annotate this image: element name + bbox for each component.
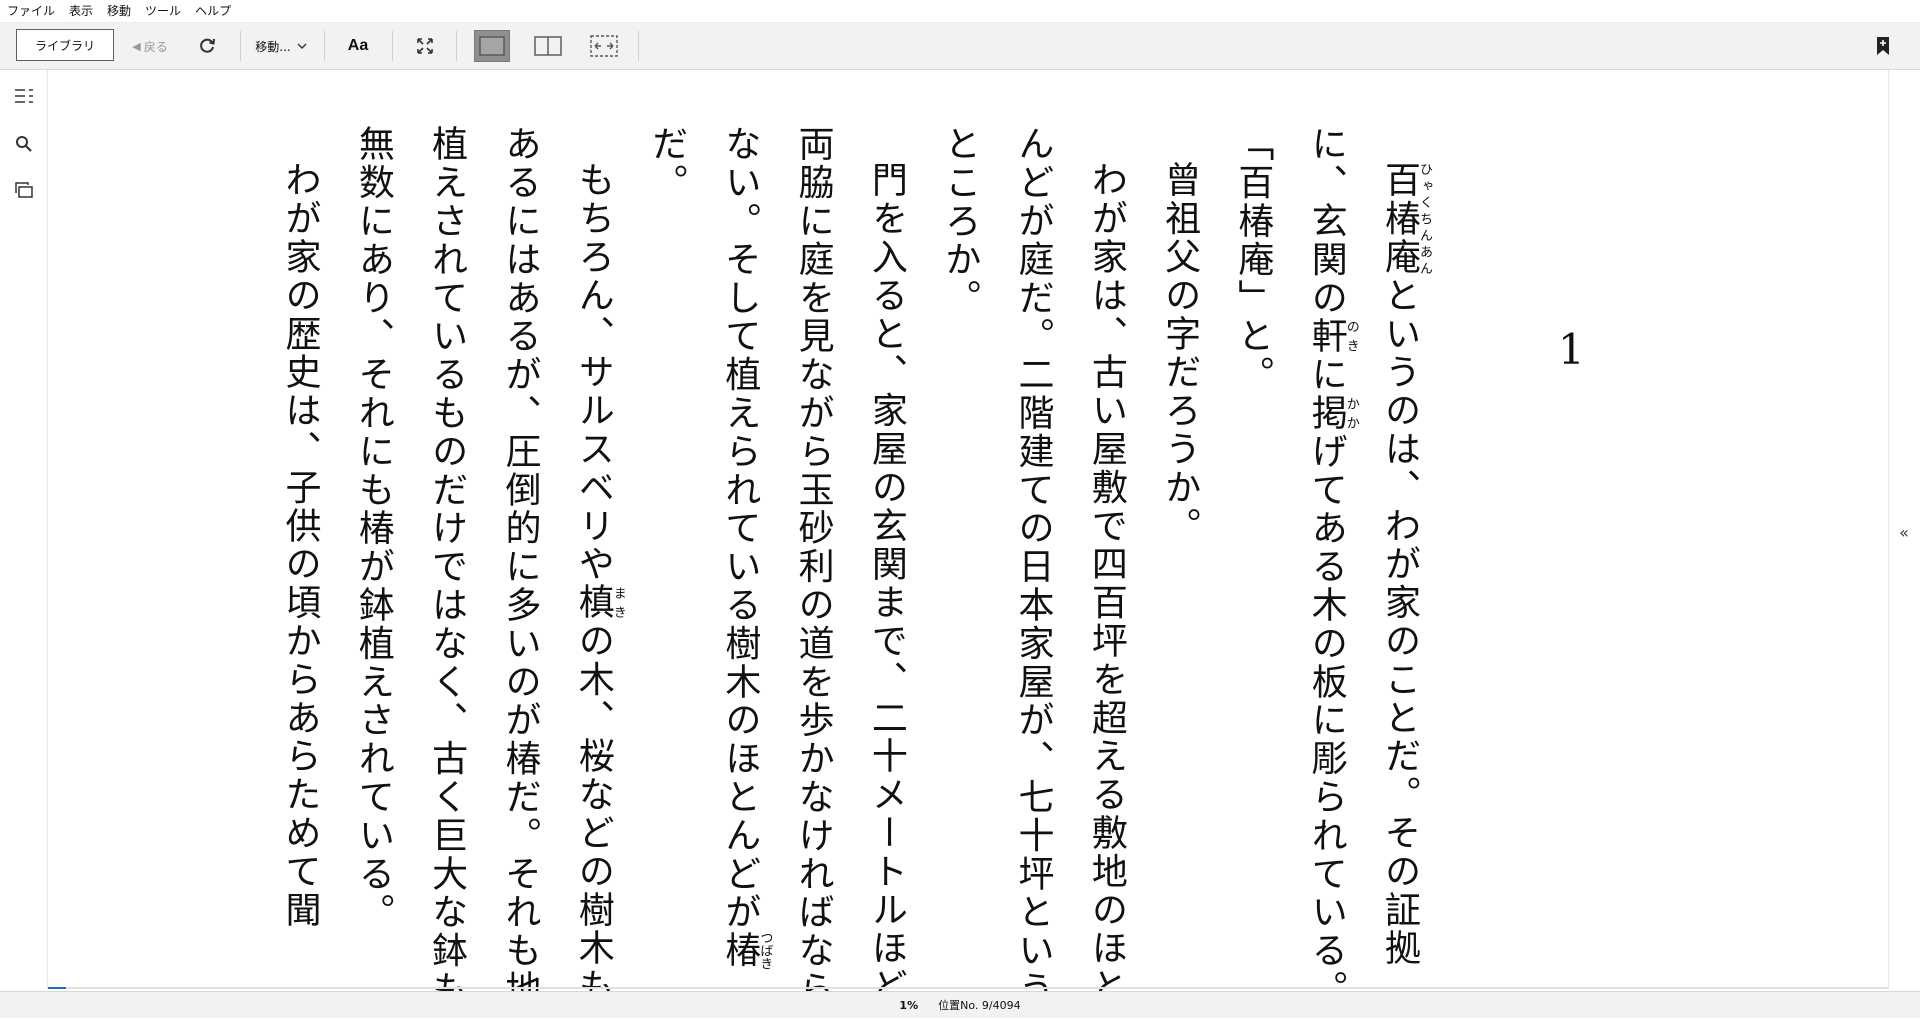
book-paragraph: 曾祖父の字だろうか。 xyxy=(1143,125,1216,1025)
text-run: もちろん、サルスベリや xyxy=(572,161,614,584)
ruby-reading: のき xyxy=(1343,317,1359,356)
ruby-word: 百椿庵ひゃくちんあん xyxy=(1379,161,1432,277)
toolbar-divider xyxy=(638,31,639,61)
sync-button[interactable] xyxy=(192,23,222,69)
toolbar-divider xyxy=(392,31,393,61)
two-page-view-icon xyxy=(534,36,562,56)
book-paragraph: わが家は、古い屋敷で四百坪を超える敷地のほとんどが庭だ。二階建ての日本家屋が、七… xyxy=(923,125,1143,1025)
book-paragraph: もちろん、サルスベリや槙まきの木、桜などの樹木もあるにはあるが、圧倒的に多いのが… xyxy=(337,125,630,1025)
double-chevron-left-icon: « xyxy=(1899,522,1909,542)
location-indicator: 位置No. 9/4094 xyxy=(938,999,1021,1012)
ruby-word: 掲かか xyxy=(1305,393,1359,433)
toolbar-divider xyxy=(456,31,457,61)
toolbar-divider xyxy=(324,31,325,61)
reading-percent: 1% xyxy=(899,998,919,1012)
ruby-base: 椿 xyxy=(719,931,761,971)
ruby-word: 槙まき xyxy=(572,583,626,622)
ruby-word: 軒のき xyxy=(1305,317,1359,356)
toolbar: ライブラリ ◀ 戻る 移動... Aa xyxy=(0,23,1920,70)
back-arrow-icon: ◀ xyxy=(132,39,141,53)
single-page-view-icon xyxy=(479,36,505,56)
left-sidebar xyxy=(0,70,48,990)
expand-panel-button[interactable]: « xyxy=(1894,522,1914,542)
two-page-view-button[interactable] xyxy=(530,30,566,62)
font-settings-button[interactable]: Aa xyxy=(340,23,376,69)
status-bar: 1% 位置No. 9/4094 xyxy=(0,991,1920,1018)
fullscreen-button[interactable] xyxy=(410,23,440,69)
book-paragraph: 百椿庵ひゃくちんあんというのは、わが家のことだ。その証拠に、玄関の軒のきに掲かか… xyxy=(1289,125,1436,1025)
table-of-contents-icon xyxy=(15,89,33,103)
ruby-reading: つばき xyxy=(757,931,773,971)
book-paragraph: 門を入ると、家屋の玄関まで、二十メートルほど両脇に庭を見ながら玉砂利の道を歩かな… xyxy=(630,125,923,1025)
menu-tools[interactable]: ツール xyxy=(138,0,188,22)
ruby-base: 槙 xyxy=(572,583,614,622)
reading-progress-fill xyxy=(48,987,67,989)
text-run: だ。 xyxy=(646,125,688,202)
single-page-view-button[interactable] xyxy=(474,30,510,62)
reading-pane[interactable]: 1 百椿庵ひゃくちんあんというのは、わが家のことだ。その証拠に、玄関の軒のきに掲… xyxy=(48,70,1888,1008)
menu-help[interactable]: ヘルプ xyxy=(188,0,238,22)
text-run: わが家の歴史は、子供の頃からあらためて聞 xyxy=(279,161,321,929)
library-button[interactable]: ライブラリ xyxy=(16,29,114,61)
text-run: げてある木の板に彫られている。 xyxy=(1305,432,1347,1009)
book-paragraph: 「百椿庵」と。 xyxy=(1216,125,1289,1025)
page-edge xyxy=(1888,70,1889,990)
text-run: わが家は、古い屋敷で四百坪を超える敷地のほとんどが庭だ。二階建ての日本家屋が、七… xyxy=(939,125,1127,1009)
menu-file[interactable]: ファイル xyxy=(0,0,62,22)
sync-icon xyxy=(200,38,215,53)
text-run: 門を入ると、家屋の玄関まで、二十メートルほど両脇に庭を見ながら玉砂利の道を歩かな… xyxy=(719,125,907,1009)
book-paragraph: わが家の歴史は、子供の頃からあらためて聞 xyxy=(263,125,336,1025)
text-run: に xyxy=(1305,355,1347,394)
toc-button[interactable] xyxy=(12,84,36,108)
chevron-down-icon xyxy=(297,43,307,49)
goto-label: 移動... xyxy=(255,39,291,54)
reading-progress-bar xyxy=(48,987,1888,989)
back-button[interactable]: ◀ 戻る xyxy=(126,23,174,69)
back-label: 戻る xyxy=(143,39,168,54)
bookmark-add-icon xyxy=(1877,37,1889,55)
flashcards-icon xyxy=(15,182,33,198)
add-bookmark-button[interactable] xyxy=(1868,23,1898,69)
fullscreen-icon xyxy=(417,38,433,54)
fit-width-view-icon xyxy=(590,35,618,57)
text-run: 曾祖父の字だろうか。 xyxy=(1159,161,1201,545)
ruby-base: 百椿庵 xyxy=(1379,161,1420,277)
book-text: 百椿庵ひゃくちんあんというのは、わが家のことだ。その証拠に、玄関の軒のきに掲かか… xyxy=(263,125,1436,1025)
ruby-reading: まき xyxy=(610,583,626,622)
ruby-word: 椿つばき xyxy=(719,931,772,971)
ruby-base: 軒 xyxy=(1305,317,1347,356)
chapter-number: 1 xyxy=(1558,325,1585,374)
ruby-reading: ひゃくちんあん xyxy=(1417,161,1432,277)
toolbar-divider xyxy=(240,31,241,61)
flashcards-button[interactable] xyxy=(12,178,36,202)
menu-bar: ファイル 表示 移動 ツール ヘルプ xyxy=(0,0,1920,23)
menu-view[interactable]: 表示 xyxy=(62,0,100,22)
search-icon xyxy=(16,136,32,152)
text-run: 「百椿庵」と。 xyxy=(1232,125,1274,394)
menu-go[interactable]: 移動 xyxy=(100,0,138,22)
fit-width-view-button[interactable] xyxy=(586,30,622,62)
goto-dropdown[interactable]: 移動... xyxy=(250,23,312,69)
ruby-reading: かか xyxy=(1343,393,1359,433)
search-button[interactable] xyxy=(12,132,36,156)
ruby-base: 掲 xyxy=(1305,393,1347,433)
